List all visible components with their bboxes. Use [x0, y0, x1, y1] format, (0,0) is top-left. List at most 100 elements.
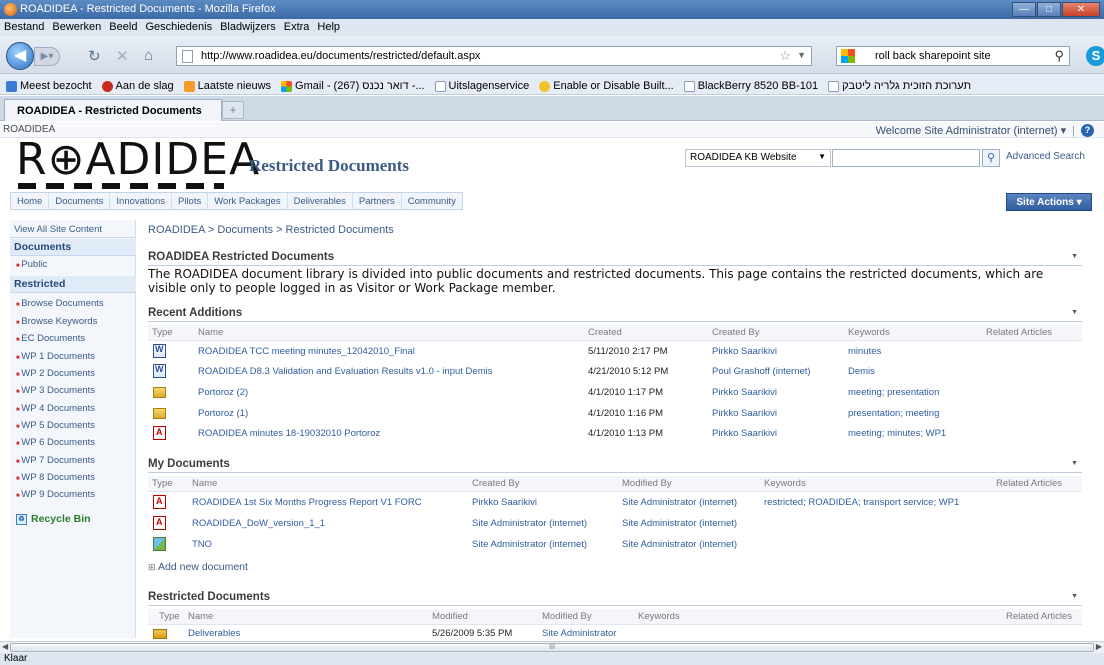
horizontal-scrollbar[interactable]: ◀ III ▶ — [0, 641, 1104, 653]
quicklaunch-wp8[interactable]: WP 8 Documents — [10, 472, 136, 483]
col-related-articles[interactable]: Related Articles — [996, 478, 1062, 492]
table-row[interactable]: Portoroz (2) 4/1/2010 1:17 PM Pirkko Saa… — [148, 383, 1082, 403]
nav-documents[interactable]: Documents — [49, 193, 111, 209]
tab-roadidea[interactable]: ROADIDEA - Restricted Documents — [4, 99, 222, 121]
search-scope-select[interactable]: ROADIDEA KB Website ▼ — [685, 149, 831, 167]
search-icon[interactable]: ⚲ — [1054, 48, 1064, 64]
table-row[interactable]: ROADIDEA 1st Six Months Progress Report … — [148, 493, 1082, 513]
col-name[interactable]: Name — [188, 611, 213, 625]
menu-help[interactable]: Help — [317, 21, 340, 34]
modified-by[interactable]: Site Administrator (internet) — [622, 497, 737, 508]
document-name[interactable]: Portoroz (2) — [198, 387, 248, 398]
col-type[interactable]: Type — [152, 478, 173, 492]
quicklaunch-wp9[interactable]: WP 9 Documents — [10, 489, 136, 500]
menu-bestand[interactable]: Bestand — [4, 21, 44, 34]
col-modified[interactable]: Modified — [432, 611, 468, 625]
advanced-search-link[interactable]: Advanced Search — [1006, 151, 1085, 162]
document-name[interactable]: ROADIDEA TCC meeting minutes_12042010_Fi… — [198, 346, 415, 357]
back-button[interactable]: ◀ — [6, 42, 34, 70]
url-dropdown-icon[interactable]: ▼ — [797, 50, 806, 60]
col-keywords[interactable]: Keywords — [764, 478, 806, 492]
web-part-menu-icon[interactable]: ▼ — [1071, 253, 1078, 260]
view-all-site-content-link[interactable]: View All Site Content — [10, 222, 136, 238]
quicklaunch-wp6[interactable]: WP 6 Documents — [10, 437, 136, 448]
col-related-articles[interactable]: Related Articles — [1006, 611, 1072, 625]
scrollbar-thumb[interactable]: III — [10, 643, 1094, 652]
url-bar[interactable]: http://www.roadidea.eu/documents/restric… — [176, 46, 812, 66]
quicklaunch-browse-documents[interactable]: Browse Documents — [10, 298, 136, 309]
nav-work-packages[interactable]: Work Packages — [208, 193, 288, 209]
stop-icon[interactable]: ✕ — [116, 47, 129, 65]
recycle-bin-link[interactable]: ♻ Recycle Bin — [10, 513, 136, 525]
bookmark-hebrew[interactable]: תערוכת הזוכית גלריה ליטבק — [828, 78, 971, 94]
keywords[interactable]: restricted; ROADIDEA; transport service;… — [764, 497, 959, 508]
scroll-right-icon[interactable]: ▶ — [1096, 642, 1102, 651]
web-part-menu-icon[interactable]: ▼ — [1071, 460, 1078, 467]
keywords[interactable]: meeting; presentation — [848, 387, 939, 398]
menu-extra[interactable]: Extra — [284, 21, 310, 34]
document-name[interactable]: ROADIDEA_DoW_version_1_1 — [192, 518, 325, 529]
col-name[interactable]: Name — [192, 478, 217, 492]
created-by[interactable]: Pirkko Saarikivi — [712, 428, 777, 439]
nav-partners[interactable]: Partners — [353, 193, 402, 209]
bookmark-star-icon[interactable]: ☆ — [779, 48, 791, 64]
keywords[interactable]: presentation; meeting — [848, 408, 939, 419]
quicklaunch-wp1[interactable]: WP 1 Documents — [10, 351, 136, 362]
quicklaunch-documents-heading[interactable]: Documents — [10, 239, 136, 256]
keywords[interactable]: meeting; minutes; WP1 — [848, 428, 946, 439]
quicklaunch-public[interactable]: Public — [10, 259, 136, 270]
created-by[interactable]: Site Administrator (internet) — [472, 518, 587, 529]
keywords[interactable]: minutes — [848, 346, 881, 357]
col-related-articles[interactable]: Related Articles — [986, 327, 1052, 341]
created-by[interactable]: Pirkko Saarikivi — [712, 346, 777, 357]
nav-pilots[interactable]: Pilots — [172, 193, 209, 209]
site-search-input[interactable] — [832, 149, 980, 167]
document-name[interactable]: ROADIDEA 1st Six Months Progress Report … — [192, 497, 422, 508]
modified-by[interactable]: Site Administrator (internet) — [622, 539, 737, 550]
web-part-menu-icon[interactable]: ▼ — [1071, 309, 1078, 316]
add-new-document-link[interactable]: Add new document — [148, 561, 248, 573]
created-by[interactable]: Site Administrator (internet) — [472, 539, 587, 550]
web-part-menu-icon[interactable]: ▼ — [1071, 593, 1078, 600]
table-row[interactable]: ROADIDEA minutes 18-19032010 Portoroz 4/… — [148, 424, 1082, 444]
col-keywords[interactable]: Keywords — [848, 327, 890, 341]
col-created[interactable]: Created — [588, 327, 622, 341]
table-row[interactable]: Portoroz (1) 4/1/2010 1:16 PM Pirkko Saa… — [148, 404, 1082, 424]
bookmark-gmail[interactable]: Gmail - דואר נכנס (267) -... — [281, 78, 425, 94]
search-icon[interactable]: ⚲ — [982, 149, 1000, 167]
col-created-by[interactable]: Created By — [712, 327, 760, 341]
home-icon[interactable]: ⌂ — [144, 47, 153, 64]
col-type[interactable]: Type — [159, 611, 180, 625]
maximize-button[interactable]: □ — [1037, 2, 1061, 17]
quicklaunch-wp4[interactable]: WP 4 Documents — [10, 403, 136, 414]
breadcrumb[interactable]: ROADIDEA > Documents > Restricted Docume… — [148, 224, 394, 236]
document-name[interactable]: Portoroz (1) — [198, 408, 248, 419]
modified-by[interactable]: Site Administrator — [542, 628, 616, 639]
nav-deliverables[interactable]: Deliverables — [288, 193, 353, 209]
roadidea-logo[interactable]: R⊕ADIDEA — [16, 134, 260, 186]
new-tab-button[interactable]: + — [222, 101, 244, 119]
skype-icon[interactable]: S — [1086, 46, 1104, 66]
browser-search-input[interactable]: roll back sharepoint site ⚲ — [836, 46, 1070, 66]
col-modified-by[interactable]: Modified By — [542, 611, 592, 625]
bookmark-latest-news[interactable]: Laatste nieuws — [183, 78, 271, 94]
col-name[interactable]: Name — [198, 327, 223, 341]
table-row[interactable]: ROADIDEA_DoW_version_1_1 Site Administra… — [148, 514, 1082, 534]
help-icon[interactable]: ? — [1081, 124, 1094, 137]
menu-bewerken[interactable]: Bewerken — [52, 21, 101, 34]
table-row[interactable]: Deliverables 5/26/2009 5:35 PM Site Admi… — [148, 624, 1082, 640]
nav-home[interactable]: Home — [11, 193, 50, 209]
bookmark-uitslagenservice[interactable]: Uitslagenservice — [434, 78, 529, 94]
document-name[interactable]: TNO — [192, 539, 212, 550]
menu-beeld[interactable]: Beeld — [109, 21, 137, 34]
document-name[interactable]: ROADIDEA minutes 18-19032010 Portoroz — [198, 428, 380, 439]
menu-bladwijzers[interactable]: Bladwijzers — [220, 21, 276, 34]
nav-innovations[interactable]: Innovations — [110, 193, 172, 209]
quicklaunch-wp7[interactable]: WP 7 Documents — [10, 455, 136, 466]
document-name[interactable]: Deliverables — [188, 628, 240, 639]
col-type[interactable]: Type — [152, 327, 173, 341]
quicklaunch-ec-documents[interactable]: EC Documents — [10, 333, 136, 344]
site-actions-button[interactable]: Site Actions ▾ — [1006, 193, 1092, 211]
table-row[interactable]: TNO Site Administrator (internet) Site A… — [148, 535, 1082, 555]
bookmark-blackberry[interactable]: BlackBerry 8520 BB-101 — [683, 78, 818, 94]
